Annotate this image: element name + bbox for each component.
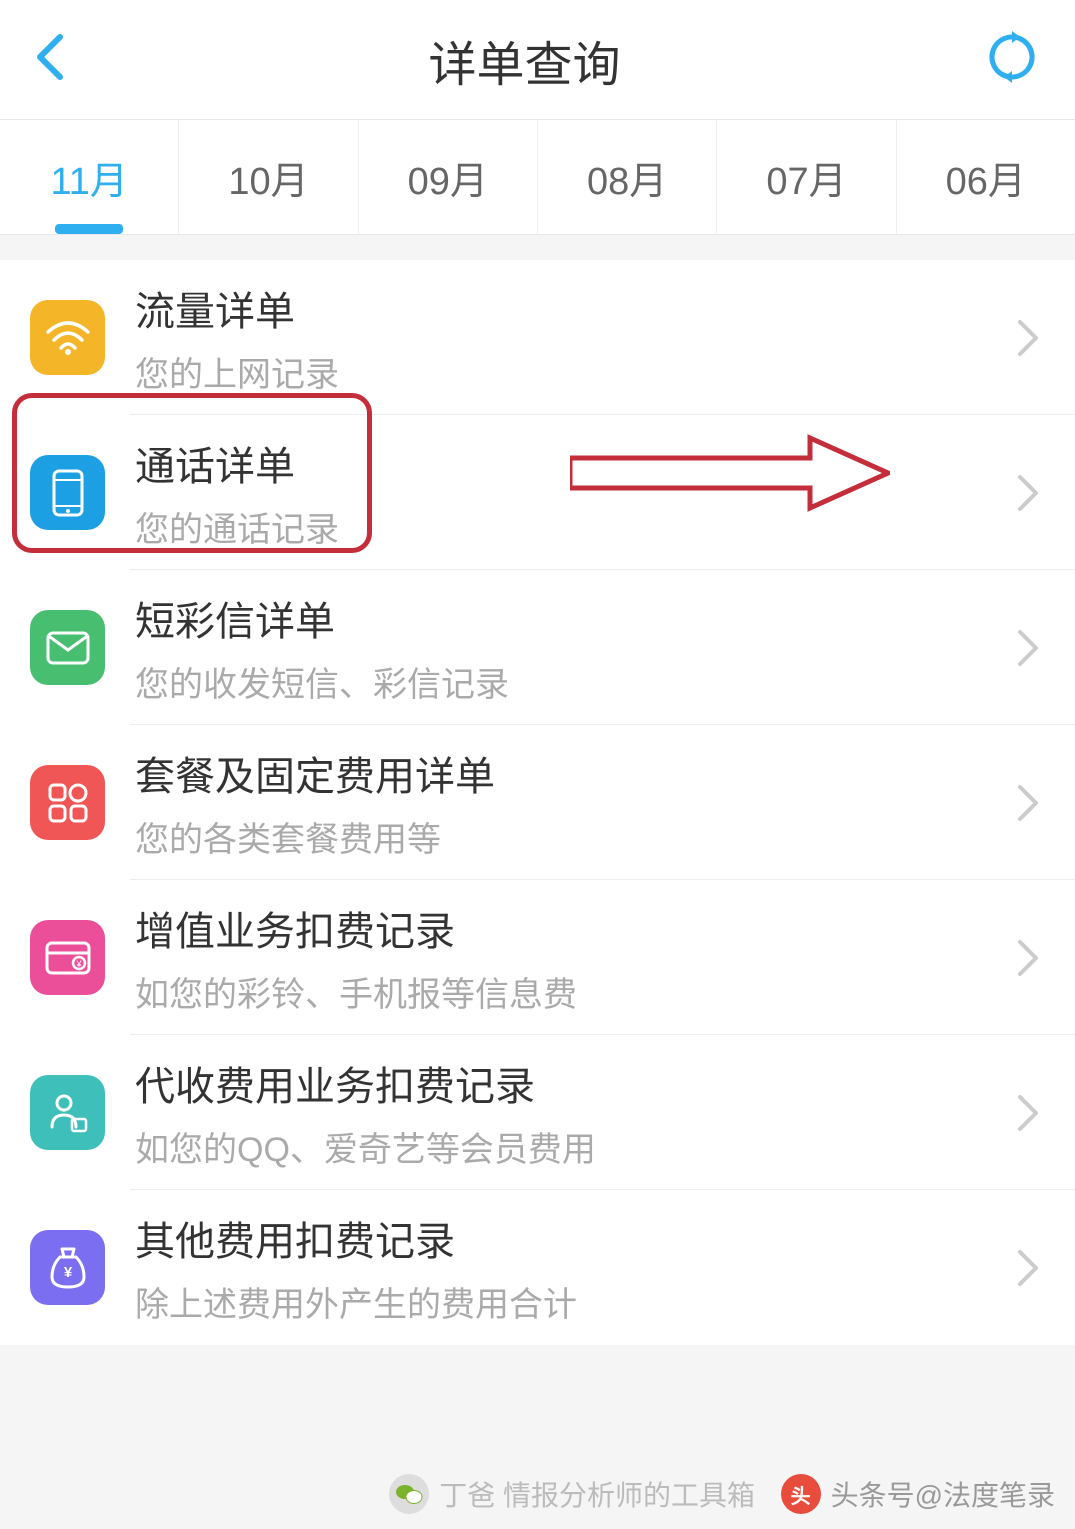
tab-month-06[interactable]: 06月: [897, 120, 1075, 234]
tab-month-07[interactable]: 07月: [717, 120, 896, 234]
tab-month-08[interactable]: 08月: [538, 120, 717, 234]
month-tabs: 11月 10月 09月 08月 07月 06月: [0, 120, 1075, 235]
item-text: 套餐及固定费用详单 您的各类套餐费用等: [135, 744, 1016, 861]
detail-list: 流量详单 您的上网记录 通话详单 您的通话记录 短彩信详单 您的收发短信、彩信记…: [0, 260, 1075, 1345]
page-title: 详单查询: [428, 25, 620, 95]
chevron-right-icon: [1016, 473, 1040, 513]
item-title: 增值业务扣费记录: [135, 899, 1016, 957]
chevron-right-icon: [1016, 628, 1040, 668]
item-text: 其他费用扣费记录 除上述费用外产生的费用合计: [135, 1209, 1016, 1326]
tab-month-09[interactable]: 09月: [359, 120, 538, 234]
mail-icon: [30, 610, 105, 685]
item-subtitle: 如您的QQ、爱奇艺等会员费用: [135, 1122, 1016, 1171]
chevron-right-icon: [1016, 783, 1040, 823]
watermark-text: 丁爸 情报分析师的工具箱: [439, 1474, 755, 1514]
tab-month-11[interactable]: 11月: [0, 120, 179, 234]
item-subtitle: 您的通话记录: [135, 502, 1016, 551]
chevron-left-icon: [35, 32, 65, 82]
refresh-button[interactable]: [984, 29, 1040, 90]
wifi-icon: [30, 300, 105, 375]
item-text: 短彩信详单 您的收发短信、彩信记录: [135, 589, 1016, 706]
item-title: 短彩信详单: [135, 589, 1016, 647]
item-subtitle: 您的各类套餐费用等: [135, 812, 1016, 861]
page-header: 详单查询: [0, 0, 1075, 120]
wechat-icon: [389, 1474, 429, 1514]
card-icon: ¥: [30, 920, 105, 995]
list-item-value[interactable]: ¥ 增值业务扣费记录 如您的彩铃、手机报等信息费: [0, 880, 1075, 1035]
chevron-right-icon: [1016, 318, 1040, 358]
item-title: 其他费用扣费记录: [135, 1209, 1016, 1267]
grid-icon: [30, 765, 105, 840]
svg-text:¥: ¥: [63, 1264, 72, 1281]
list-item-traffic[interactable]: 流量详单 您的上网记录: [0, 260, 1075, 415]
refresh-icon: [984, 29, 1040, 85]
svg-text:¥: ¥: [75, 959, 82, 969]
item-title: 流量详单: [135, 279, 1016, 337]
watermark-text: 头条号@法度笔录: [831, 1474, 1055, 1514]
chevron-right-icon: [1016, 1248, 1040, 1288]
back-button[interactable]: [35, 32, 65, 87]
item-text: 代收费用业务扣费记录 如您的QQ、爱奇艺等会员费用: [135, 1054, 1016, 1171]
item-subtitle: 您的收发短信、彩信记录: [135, 657, 1016, 706]
list-item-other[interactable]: ¥ 其他费用扣费记录 除上述费用外产生的费用合计: [0, 1190, 1075, 1345]
list-item-package[interactable]: 套餐及固定费用详单 您的各类套餐费用等: [0, 725, 1075, 880]
user-box-icon: [30, 1075, 105, 1150]
item-text: 通话详单 您的通话记录: [135, 434, 1016, 551]
watermark-secondary: 丁爸 情报分析师的工具箱: [389, 1474, 755, 1514]
item-subtitle: 除上述费用外产生的费用合计: [135, 1277, 1016, 1326]
chevron-right-icon: [1016, 1093, 1040, 1133]
tab-month-10[interactable]: 10月: [179, 120, 358, 234]
list-item-collect[interactable]: 代收费用业务扣费记录 如您的QQ、爱奇艺等会员费用: [0, 1035, 1075, 1190]
item-title: 通话详单: [135, 434, 1016, 492]
toutiao-icon: 头: [781, 1474, 821, 1514]
item-subtitle: 如您的彩铃、手机报等信息费: [135, 967, 1016, 1016]
item-text: 增值业务扣费记录 如您的彩铃、手机报等信息费: [135, 899, 1016, 1016]
watermark-primary: 头 头条号@法度笔录: [781, 1474, 1055, 1514]
phone-icon: [30, 455, 105, 530]
chevron-right-icon: [1016, 938, 1040, 978]
list-item-sms[interactable]: 短彩信详单 您的收发短信、彩信记录: [0, 570, 1075, 725]
moneybag-icon: ¥: [30, 1230, 105, 1305]
item-title: 代收费用业务扣费记录: [135, 1054, 1016, 1112]
item-text: 流量详单 您的上网记录: [135, 279, 1016, 396]
list-item-call[interactable]: 通话详单 您的通话记录: [0, 415, 1075, 570]
item-subtitle: 您的上网记录: [135, 347, 1016, 396]
item-title: 套餐及固定费用详单: [135, 744, 1016, 802]
